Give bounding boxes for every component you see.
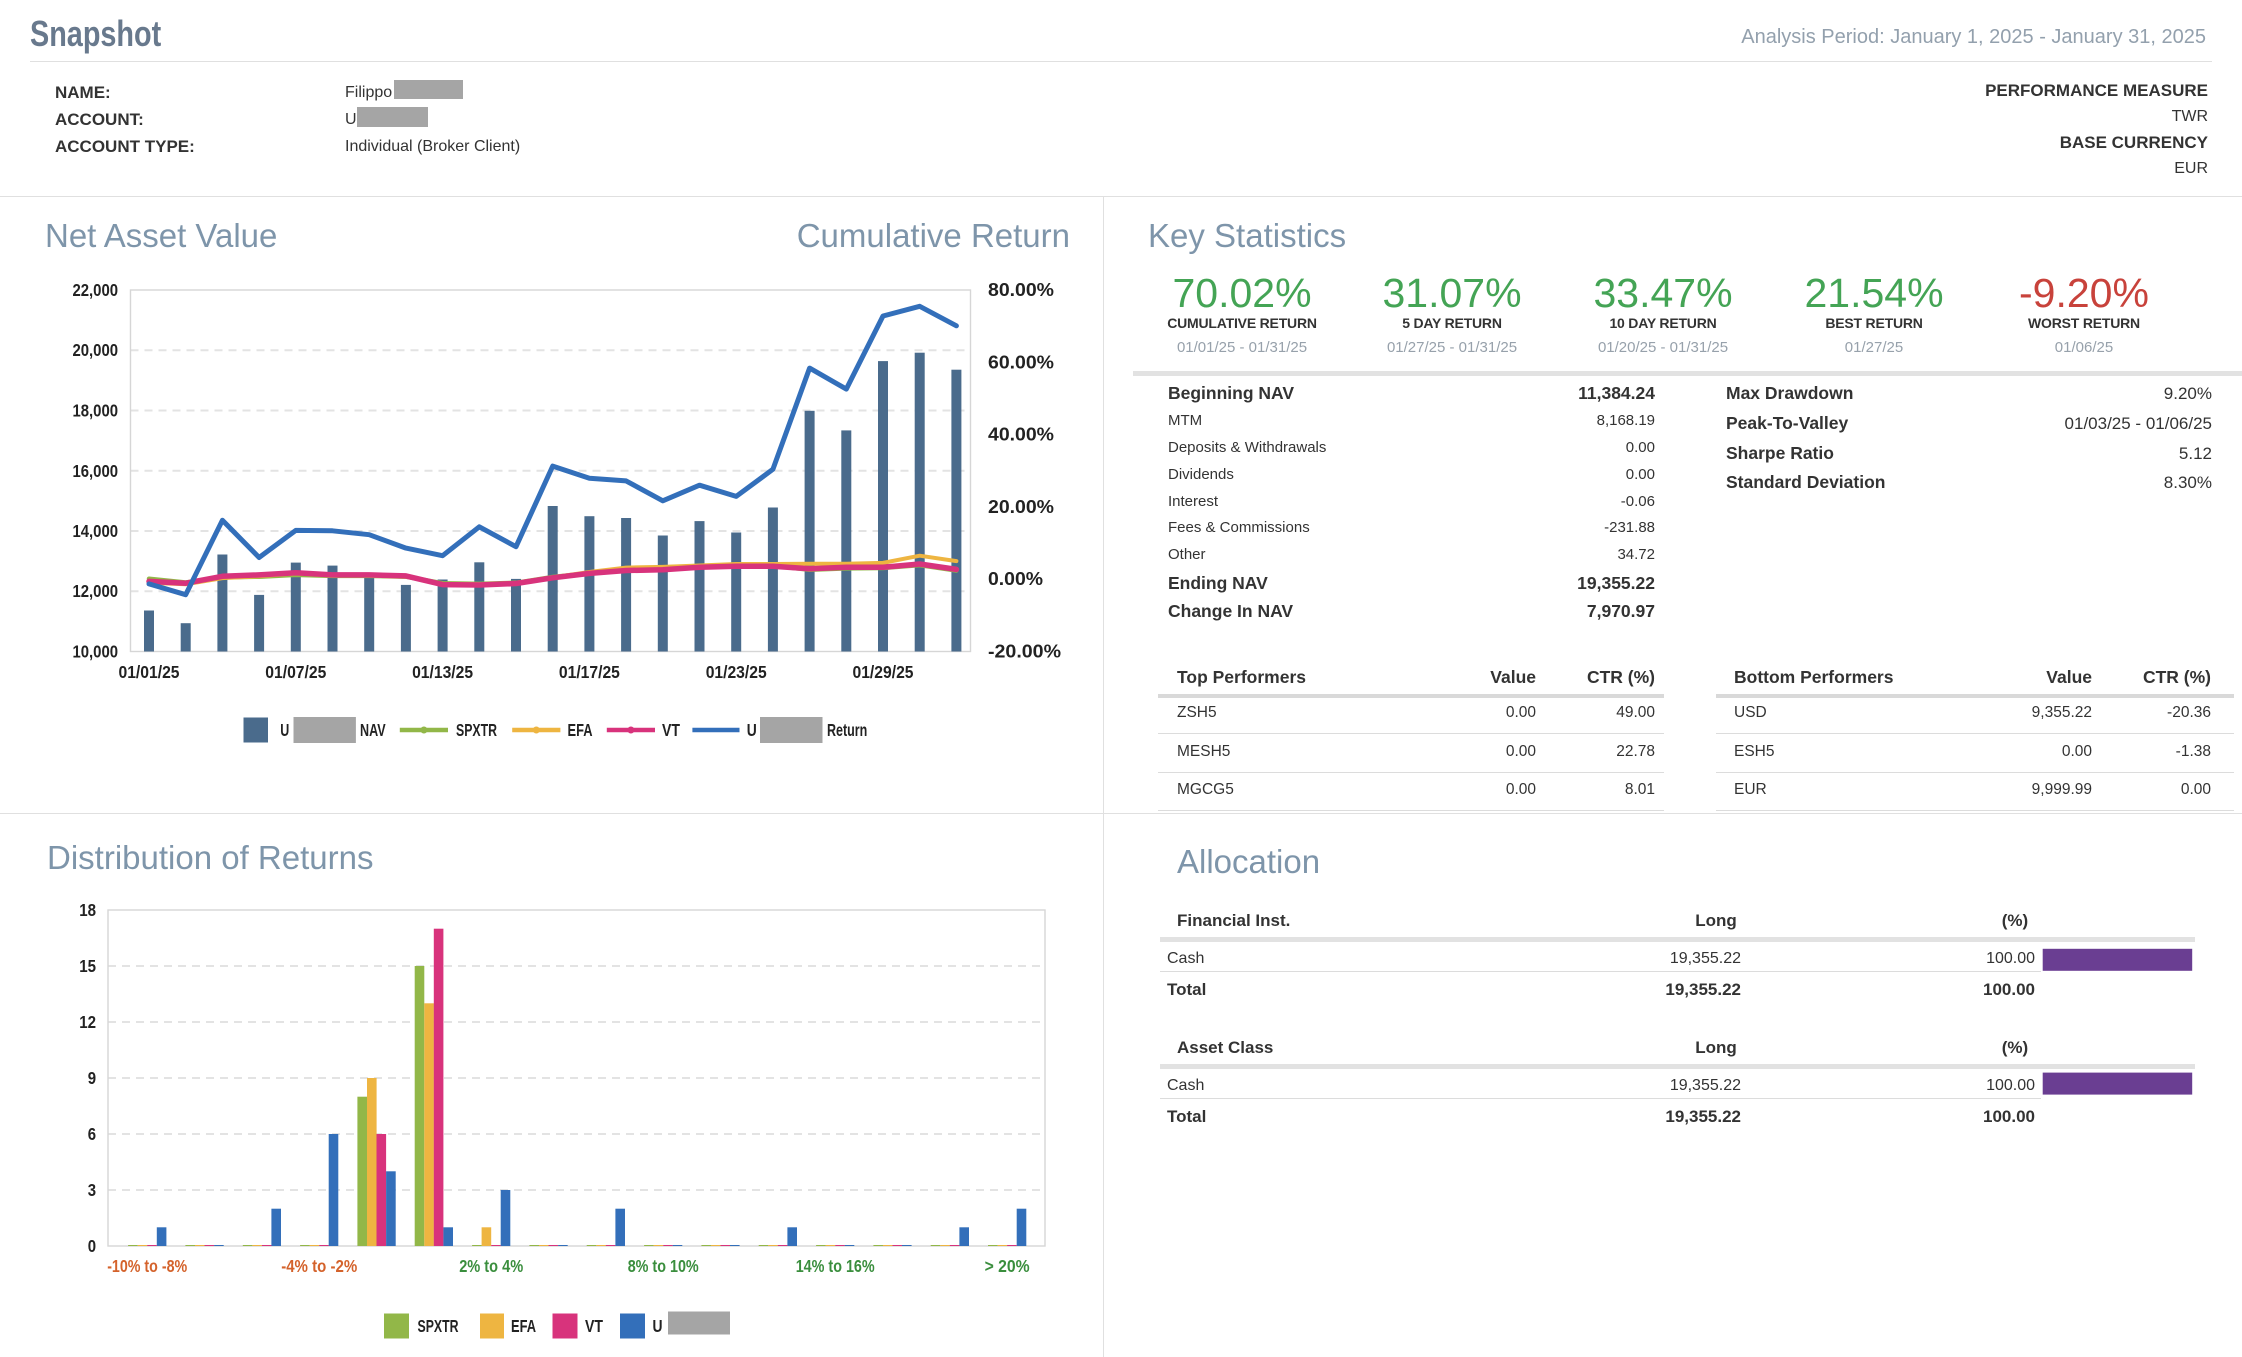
svg-text:> 20%: > 20% bbox=[985, 1256, 1030, 1276]
svg-text:15: 15 bbox=[79, 956, 96, 976]
svg-text:-4% to -2%: -4% to -2% bbox=[281, 1256, 357, 1276]
svg-text:U: U bbox=[280, 720, 289, 740]
svg-text:16,000: 16,000 bbox=[73, 461, 119, 481]
svg-text:6: 6 bbox=[88, 1124, 97, 1144]
svg-text:01/29/25: 01/29/25 bbox=[853, 662, 914, 682]
svg-text:40.00%: 40.00% bbox=[988, 425, 1054, 445]
svg-text:18,000: 18,000 bbox=[73, 401, 119, 421]
svg-text:NAV: NAV bbox=[360, 720, 386, 740]
svg-text:01/13/25: 01/13/25 bbox=[412, 662, 473, 682]
svg-text:8% to 10%: 8% to 10% bbox=[628, 1256, 699, 1276]
svg-text:20.00%: 20.00% bbox=[988, 497, 1054, 517]
svg-text:0: 0 bbox=[88, 1236, 97, 1256]
svg-text:EFA: EFA bbox=[568, 720, 593, 740]
svg-text:12: 12 bbox=[79, 1012, 96, 1032]
svg-text:U: U bbox=[653, 1316, 663, 1336]
svg-text:U: U bbox=[747, 720, 757, 740]
svg-text:Return: Return bbox=[827, 720, 867, 740]
svg-text:01/01/25: 01/01/25 bbox=[119, 662, 180, 682]
svg-text:60.00%: 60.00% bbox=[988, 352, 1054, 372]
svg-text:14,000: 14,000 bbox=[73, 521, 119, 541]
svg-text:18: 18 bbox=[79, 900, 96, 920]
svg-text:01/17/25: 01/17/25 bbox=[559, 662, 620, 682]
svg-text:VT: VT bbox=[585, 1316, 603, 1336]
svg-text:20,000: 20,000 bbox=[73, 340, 119, 360]
svg-text:2% to 4%: 2% to 4% bbox=[459, 1256, 523, 1276]
svg-text:9: 9 bbox=[88, 1068, 97, 1088]
svg-text:-10% to -8%: -10% to -8% bbox=[107, 1256, 187, 1276]
svg-text:01/07/25: 01/07/25 bbox=[265, 662, 326, 682]
svg-text:12,000: 12,000 bbox=[73, 581, 119, 601]
svg-text:01/23/25: 01/23/25 bbox=[706, 662, 767, 682]
svg-text:3: 3 bbox=[88, 1180, 97, 1200]
svg-text:10,000: 10,000 bbox=[73, 642, 119, 662]
svg-text:14% to 16%: 14% to 16% bbox=[796, 1256, 875, 1276]
svg-text:0.00%: 0.00% bbox=[988, 569, 1043, 589]
svg-text:22,000: 22,000 bbox=[73, 280, 119, 300]
svg-text:SPXTR: SPXTR bbox=[456, 720, 497, 740]
svg-text:EFA: EFA bbox=[511, 1316, 536, 1336]
svg-text:SPXTR: SPXTR bbox=[418, 1316, 459, 1336]
svg-text:80.00%: 80.00% bbox=[988, 280, 1054, 300]
svg-text:-20.00%: -20.00% bbox=[988, 642, 1061, 662]
svg-text:VT: VT bbox=[662, 720, 680, 740]
